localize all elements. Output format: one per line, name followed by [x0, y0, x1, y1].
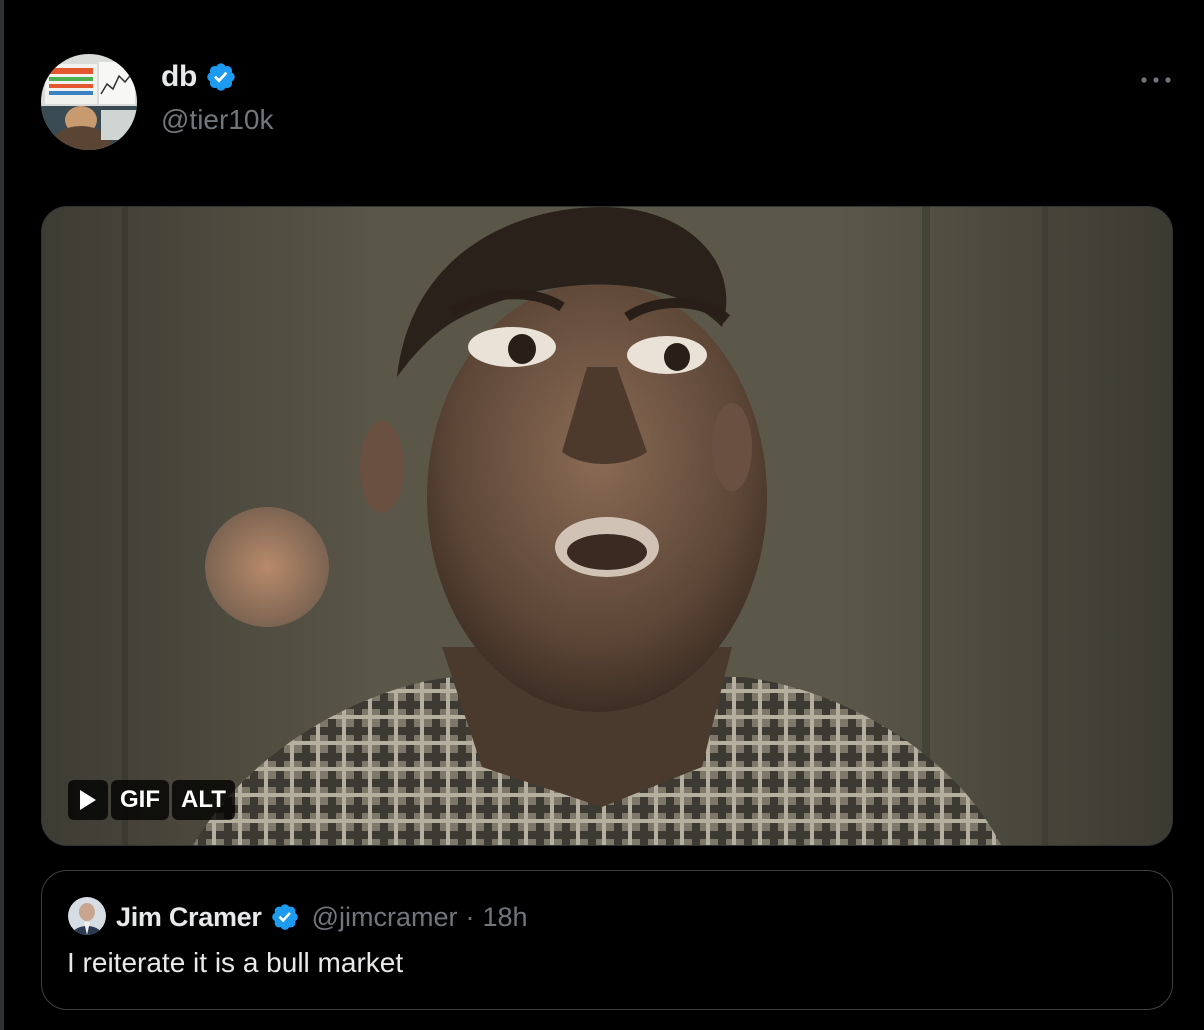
media-badges: GIF ALT	[68, 780, 235, 820]
author-display-name[interactable]: db	[161, 60, 197, 94]
author-avatar[interactable]	[41, 54, 137, 150]
author-handle[interactable]: @tier10k	[161, 104, 273, 136]
author-name-row[interactable]: db	[161, 60, 237, 94]
gif-badge[interactable]: GIF	[111, 780, 169, 820]
verified-badge-icon[interactable]	[205, 61, 237, 93]
quoted-header: Jim Cramer @jimcramer · 18h	[116, 897, 528, 937]
ellipsis-icon	[1141, 77, 1171, 83]
quoted-author-avatar[interactable]	[68, 897, 106, 935]
quoted-text: I reiterate it is a bull market	[67, 947, 404, 978]
quoted-post[interactable]: Jim Cramer @jimcramer · 18h I reiterate …	[41, 870, 1173, 1010]
quoted-handle[interactable]: @jimcramer	[312, 902, 458, 933]
quoted-verified-badge-icon[interactable]	[270, 902, 300, 932]
quoted-separator: ·	[465, 901, 475, 932]
gif-frame-image	[42, 207, 1172, 845]
gif-media[interactable]	[41, 206, 1173, 846]
play-gif-button[interactable]	[68, 780, 108, 820]
post-card: db @tier10k GIF ALT Jim Cramer @jimcrame…	[0, 0, 1204, 1030]
play-icon	[80, 790, 96, 810]
quoted-avatar-image	[68, 897, 106, 935]
quoted-timestamp[interactable]: 18h	[483, 902, 528, 933]
more-options-button[interactable]	[1134, 62, 1178, 98]
avatar-image	[41, 54, 137, 150]
alt-text-badge[interactable]: ALT	[172, 780, 235, 820]
quoted-display-name[interactable]: Jim Cramer	[116, 902, 262, 933]
